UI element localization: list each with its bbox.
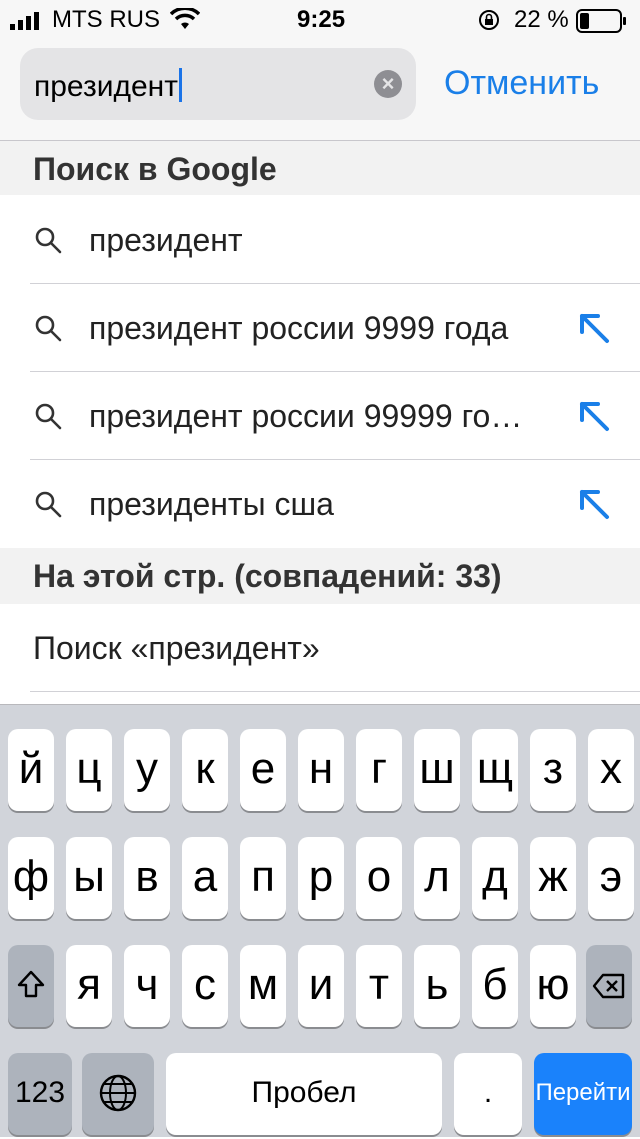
clock: 9:25	[297, 6, 346, 33]
key[interactable]: и	[298, 945, 344, 1027]
suggestion-row[interactable]: президент	[0, 196, 640, 284]
key[interactable]: т	[356, 945, 402, 1027]
search-query-text: президент	[34, 70, 178, 103]
key[interactable]: э	[588, 837, 634, 919]
backspace-key[interactable]	[586, 945, 632, 1027]
key[interactable]: н	[298, 729, 344, 811]
key[interactable]: м	[240, 945, 286, 1027]
google-section-header: Поиск в Google	[0, 141, 640, 195]
key[interactable]: з	[530, 729, 576, 811]
key[interactable]: а	[182, 837, 228, 919]
key[interactable]: ч	[124, 945, 170, 1027]
signal-strength-icon	[10, 12, 39, 30]
key[interactable]: к	[182, 729, 228, 811]
key[interactable]: ь	[414, 945, 460, 1027]
search-icon	[35, 403, 62, 430]
key[interactable]: с	[182, 945, 228, 1027]
status-bar: MTS RUS 9:25 22 %	[0, 0, 640, 40]
space-key[interactable]: Пробел	[166, 1053, 442, 1135]
suggestion-row[interactable]: президент россии 99999 го…	[0, 372, 640, 460]
fill-query-arrow-icon[interactable]	[576, 486, 612, 522]
search-header: президент × Отменить	[0, 40, 640, 141]
search-icon	[35, 315, 62, 342]
key[interactable]: д	[472, 837, 518, 919]
period-key[interactable]: .	[454, 1053, 522, 1135]
key[interactable]: ж	[530, 837, 576, 919]
key[interactable]: ф	[8, 837, 54, 919]
backspace-icon	[592, 973, 625, 999]
key[interactable]: х	[588, 729, 634, 811]
fill-query-arrow-icon[interactable]	[576, 398, 612, 434]
on-page-section-title: На этой стр. (совпадений: 33)	[33, 558, 502, 594]
key[interactable]: й	[8, 729, 54, 811]
cancel-button[interactable]: Отменить	[444, 64, 599, 103]
key[interactable]: в	[124, 837, 170, 919]
text-cursor	[178, 68, 182, 102]
google-section-title: Поиск в Google	[33, 151, 277, 187]
globe-icon	[99, 1074, 137, 1112]
key[interactable]: л	[414, 837, 460, 919]
key[interactable]: б	[472, 945, 518, 1027]
shift-key[interactable]	[8, 945, 54, 1027]
suggestion-row[interactable]: президент россии 9999 года	[0, 284, 640, 372]
wifi-icon	[170, 8, 200, 29]
rotation-lock-icon	[479, 10, 499, 30]
fill-query-arrow-icon[interactable]	[576, 310, 612, 346]
key[interactable]: ы	[66, 837, 112, 919]
shift-icon	[17, 970, 45, 998]
go-key[interactable]: Перейти	[534, 1053, 632, 1135]
carrier-label: MTS RUS	[52, 6, 160, 33]
search-input[interactable]: президент ×	[20, 48, 416, 120]
clear-search-icon[interactable]: ×	[374, 70, 402, 98]
numbers-key[interactable]: 123	[8, 1053, 72, 1135]
key[interactable]: е	[240, 729, 286, 811]
divider	[30, 691, 640, 692]
find-on-page-label: Поиск «президент»	[33, 630, 320, 666]
key[interactable]: ш	[414, 729, 460, 811]
find-on-page-row[interactable]: Поиск «президент»	[0, 604, 640, 692]
suggestion-text: президент россии 9999 года	[89, 310, 509, 346]
suggestion-row[interactable]: президенты сша	[0, 460, 640, 548]
key[interactable]: ю	[530, 945, 576, 1027]
key[interactable]: я	[66, 945, 112, 1027]
suggestion-text: президент россии 99999 го…	[89, 398, 523, 434]
key[interactable]: ц	[66, 729, 112, 811]
key[interactable]: щ	[472, 729, 518, 811]
on-page-section-header: На этой стр. (совпадений: 33)	[0, 548, 640, 604]
battery-percent: 22 %	[514, 6, 569, 33]
search-icon	[35, 491, 62, 518]
key[interactable]: о	[356, 837, 402, 919]
key[interactable]: п	[240, 837, 286, 919]
keyboard: йцукенгшщзх фывапролджэ ячсмитьбю 123 Пр…	[0, 704, 640, 1137]
battery-icon	[576, 9, 626, 33]
globe-key[interactable]	[82, 1053, 154, 1135]
key[interactable]: р	[298, 837, 344, 919]
key[interactable]: у	[124, 729, 170, 811]
suggestion-text: президенты сша	[89, 486, 334, 522]
search-icon	[35, 227, 62, 254]
suggestion-text: президент	[89, 222, 243, 258]
key[interactable]: г	[356, 729, 402, 811]
